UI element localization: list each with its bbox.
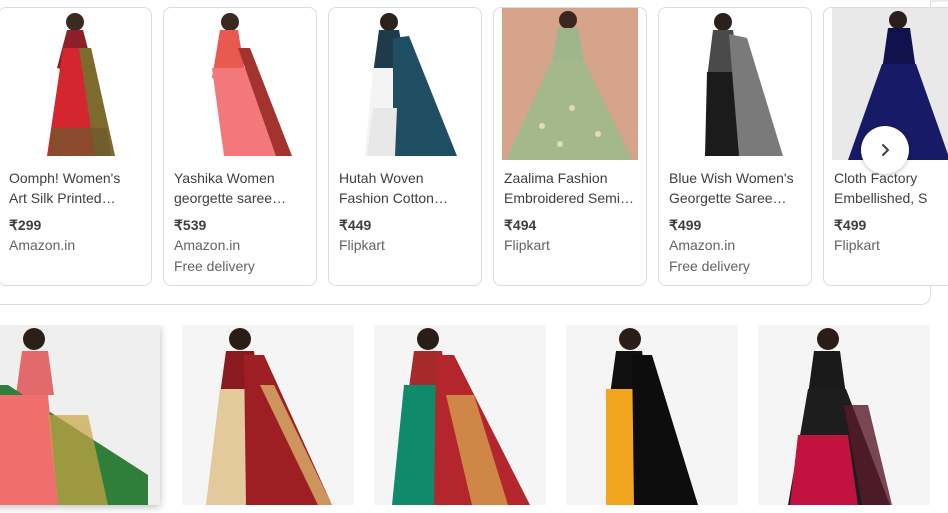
- product-image[interactable]: [7, 8, 143, 160]
- product-image[interactable]: [667, 8, 803, 160]
- delivery-info: Free delivery: [174, 258, 255, 274]
- product-store: Amazon.in: [669, 237, 736, 253]
- image-result[interactable]: [374, 325, 546, 505]
- product-price: ₹539: [174, 217, 207, 233]
- product-card[interactable]: Oomph! Women's Art Silk Printed… ₹299 Am…: [0, 7, 152, 286]
- image-result[interactable]: [566, 325, 738, 505]
- product-image[interactable]: [172, 8, 308, 160]
- product-price: ₹494: [504, 217, 537, 233]
- product-price: ₹499: [834, 217, 867, 233]
- product-store: Flipkart: [504, 237, 550, 253]
- product-price: ₹299: [9, 217, 42, 233]
- product-title[interactable]: Cloth Factory Embellished, S: [834, 168, 948, 208]
- product-image[interactable]: [337, 8, 473, 160]
- product-price: ₹449: [339, 217, 372, 233]
- image-results-row: [0, 325, 948, 513]
- chevron-right-icon: [882, 144, 889, 156]
- product-title[interactable]: Oomph! Women's Art Silk Printed…: [9, 168, 143, 208]
- product-store: Amazon.in: [9, 237, 76, 253]
- product-card[interactable]: Zaalima Fashion Embroidered Semi… ₹494 F…: [493, 7, 647, 286]
- image-result[interactable]: [758, 325, 930, 505]
- product-card[interactable]: Yashika Women georgette saree… ₹539 Amaz…: [163, 7, 317, 286]
- product-carousel: Oomph! Women's Art Silk Printed… ₹299 Am…: [0, 7, 948, 287]
- image-result[interactable]: [182, 325, 354, 505]
- product-title[interactable]: Zaalima Fashion Embroidered Semi…: [504, 168, 638, 208]
- delivery-info: Free delivery: [669, 258, 750, 274]
- product-card[interactable]: Blue Wish Women's Georgette Saree… ₹499 …: [658, 7, 812, 286]
- product-title[interactable]: Yashika Women georgette saree…: [174, 168, 308, 208]
- product-title[interactable]: Blue Wish Women's Georgette Saree…: [669, 168, 803, 208]
- product-price: ₹499: [669, 217, 702, 233]
- product-store: Flipkart: [339, 237, 385, 253]
- product-image[interactable]: [502, 8, 638, 160]
- product-card[interactable]: Hutah Woven Fashion Cotton… ₹449 Flipkar…: [328, 7, 482, 286]
- product-store: Amazon.in: [174, 237, 241, 253]
- carousel-next-button[interactable]: [861, 126, 909, 174]
- product-store: Flipkart: [834, 237, 880, 253]
- product-title[interactable]: Hutah Woven Fashion Cotton…: [339, 168, 473, 208]
- image-result[interactable]: [0, 325, 160, 505]
